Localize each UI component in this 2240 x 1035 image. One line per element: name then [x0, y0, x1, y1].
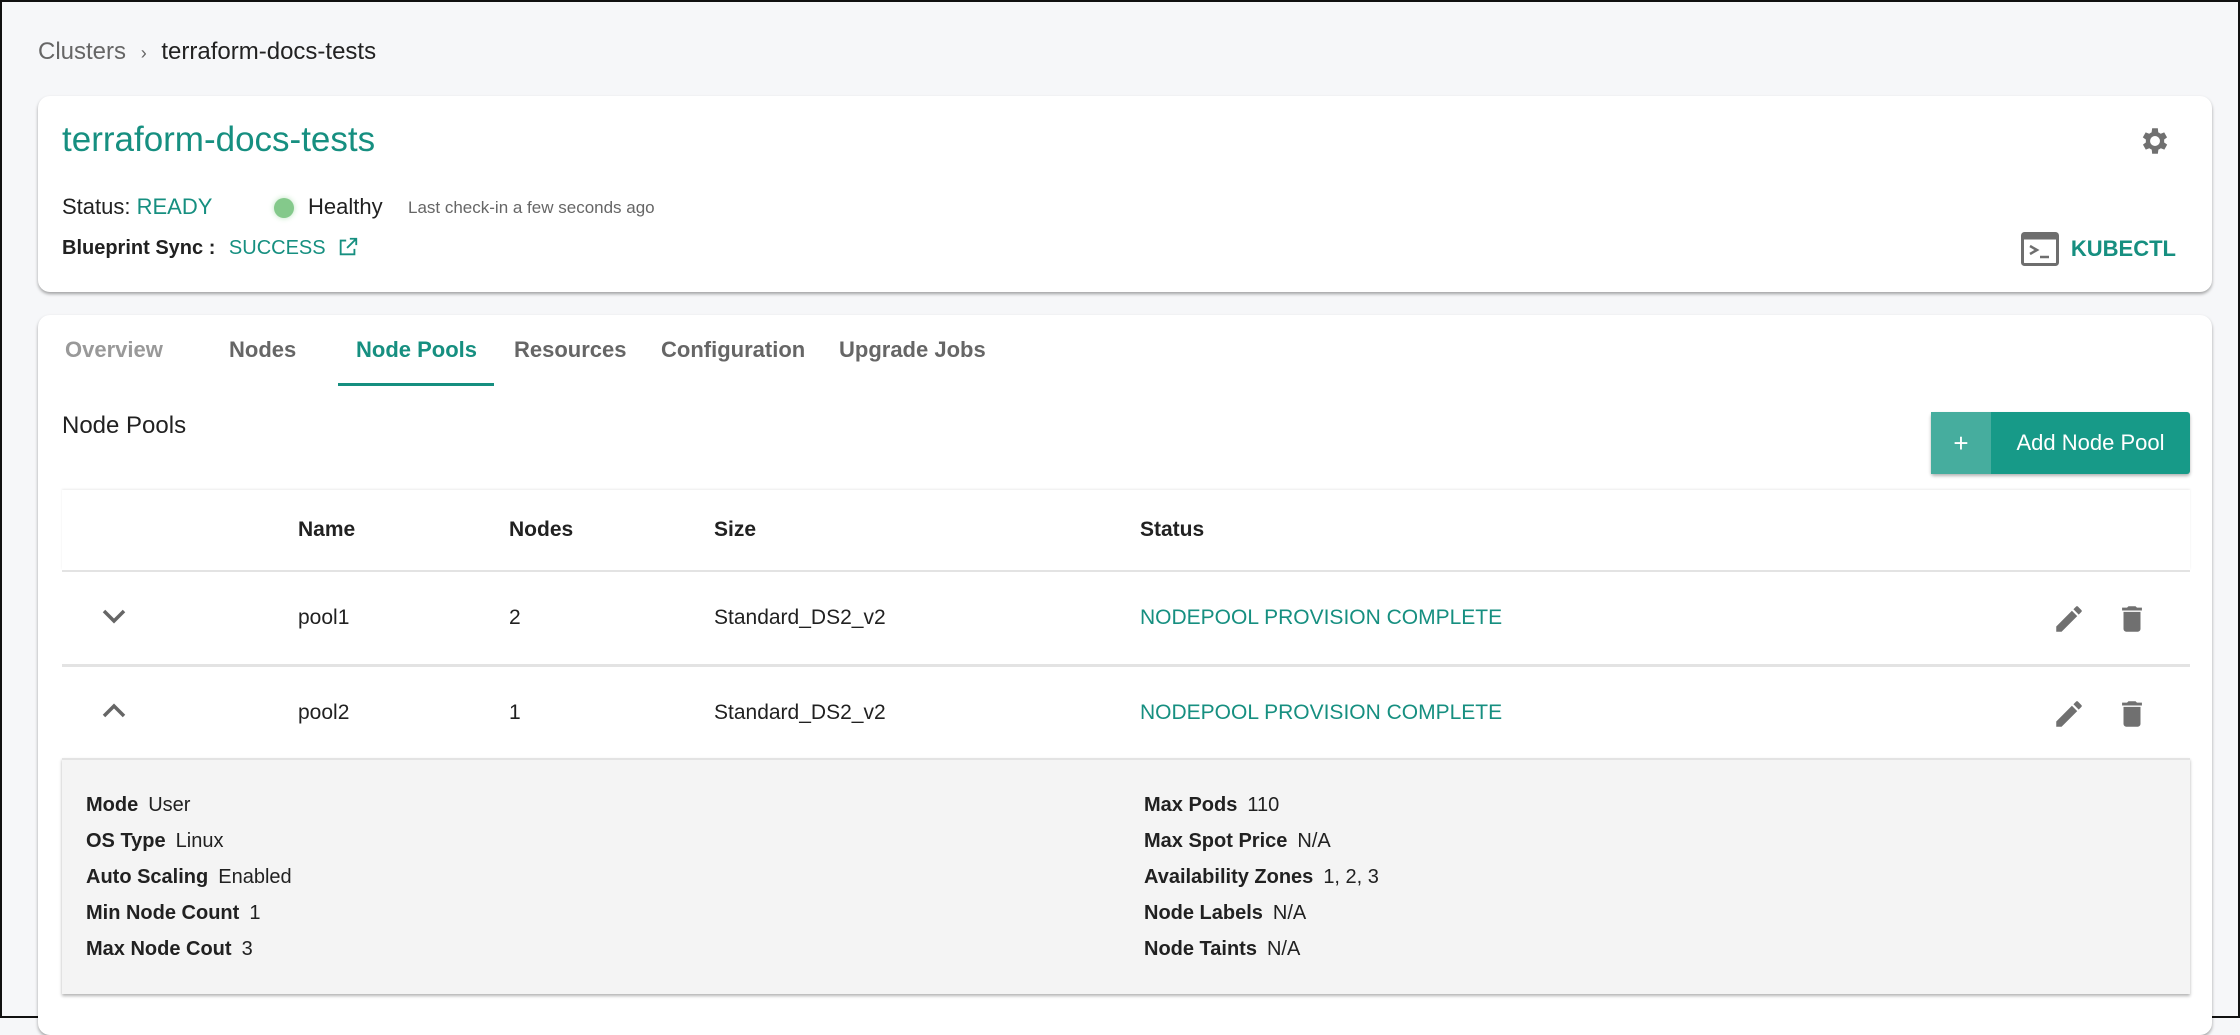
breadcrumb-current: terraform-docs-tests: [161, 38, 377, 65]
blueprint-label: Blueprint Sync :: [62, 237, 216, 259]
settings-gear-icon[interactable]: [2138, 124, 2172, 158]
node-pools-table: Name Nodes Size Status pool1 2 Standard_…: [38, 490, 2212, 1020]
delete-trash-icon[interactable]: [2115, 697, 2149, 731]
table-header: Name Nodes Size Status: [62, 490, 2190, 570]
pool-nodes: 1: [509, 701, 521, 724]
edit-pencil-icon[interactable]: [2052, 697, 2086, 731]
active-tab-indicator: [338, 383, 494, 386]
main-card: Overview Nodes Node Pools Resources Conf…: [38, 315, 2212, 1035]
detail-max-pods: Max Pods 110: [1144, 794, 1280, 816]
terminal-icon: [2020, 232, 2059, 266]
pool-details-panel: Mode User OS Type Linux Auto Scaling Enable…: [62, 758, 2190, 994]
table-row: pool2 1 Standard_DS2_v2 NODEPOOL PROVISI…: [62, 664, 2190, 758]
table-row: pool1 2 Standard_DS2_v2 NODEPOOL PROVISI…: [62, 570, 2190, 664]
edit-pencil-icon[interactable]: [2052, 602, 2086, 636]
tab-resources[interactable]: Resources: [514, 337, 627, 363]
section-title: Node Pools: [62, 412, 187, 439]
breadcrumb-clusters-link[interactable]: Clusters: [38, 38, 126, 65]
detail-availability-zones: Availability Zones 1, 2, 3: [1144, 866, 1379, 888]
plus-icon: +: [1931, 412, 1991, 474]
status-label: Status:: [62, 194, 131, 219]
add-node-pool-button[interactable]: + Add Node Pool: [1931, 412, 2190, 474]
pool-name: pool2: [298, 701, 350, 724]
breadcrumb: Clusters › terraform-docs-tests: [38, 38, 376, 66]
blueprint-status-link[interactable]: SUCCESS: [229, 237, 326, 259]
health-label: Healthy: [308, 194, 383, 219]
detail-max-node-count: Max Node Cout 3: [86, 938, 253, 960]
tab-configuration[interactable]: Configuration: [661, 337, 805, 363]
detail-node-taints: Node Taints N/A: [1144, 938, 1301, 960]
col-nodes: Nodes: [509, 518, 574, 541]
kubectl-label: KUBECTL: [2070, 236, 2176, 261]
health-dot-icon: [274, 198, 294, 218]
chevron-up-icon[interactable]: [100, 701, 128, 721]
breadcrumb-separator: ›: [140, 43, 147, 63]
add-node-pool-label: Add Node Pool: [2016, 430, 2165, 455]
detail-auto-scaling: Auto Scaling Enabled: [86, 866, 292, 888]
status-value: READY: [136, 194, 213, 219]
last-checkin: Last check-in a few seconds ago: [408, 198, 655, 217]
pool-name: pool1: [298, 606, 350, 629]
pool-status: NODEPOOL PROVISION COMPLETE: [1140, 701, 1503, 724]
delete-trash-icon[interactable]: [2115, 602, 2149, 636]
pool-status: NODEPOOL PROVISION COMPLETE: [1140, 606, 1503, 629]
col-status: Status: [1140, 518, 1205, 541]
detail-node-labels: Node Labels N/A: [1144, 902, 1307, 924]
detail-os-type: OS Type Linux: [86, 830, 224, 852]
detail-max-spot-price: Max Spot Price N/A: [1144, 830, 1331, 852]
kubectl-button[interactable]: KUBECTL: [2020, 232, 2176, 266]
pool-size: Standard_DS2_v2: [714, 606, 886, 629]
blueprint-row: Blueprint Sync : SUCCESS: [62, 236, 359, 260]
detail-min-node-count: Min Node Count 1: [86, 902, 261, 924]
col-name: Name: [298, 518, 356, 541]
cluster-header-card: terraform-docs-tests Status: READY Healt…: [38, 96, 2212, 292]
external-link-icon[interactable]: [337, 236, 359, 258]
cluster-name: terraform-docs-tests: [62, 120, 376, 159]
pool-size: Standard_DS2_v2: [714, 701, 886, 724]
tab-upgrade-jobs[interactable]: Upgrade Jobs: [839, 337, 986, 363]
tab-nodes[interactable]: Nodes: [229, 337, 296, 363]
tab-overview[interactable]: Overview: [65, 337, 163, 363]
status-row: Status: READY: [62, 194, 212, 220]
tab-node-pools[interactable]: Node Pools: [356, 337, 477, 363]
pool-nodes: 2: [509, 606, 521, 629]
col-size: Size: [714, 518, 757, 541]
chevron-down-icon[interactable]: [100, 606, 128, 626]
detail-mode: Mode User: [86, 794, 191, 816]
